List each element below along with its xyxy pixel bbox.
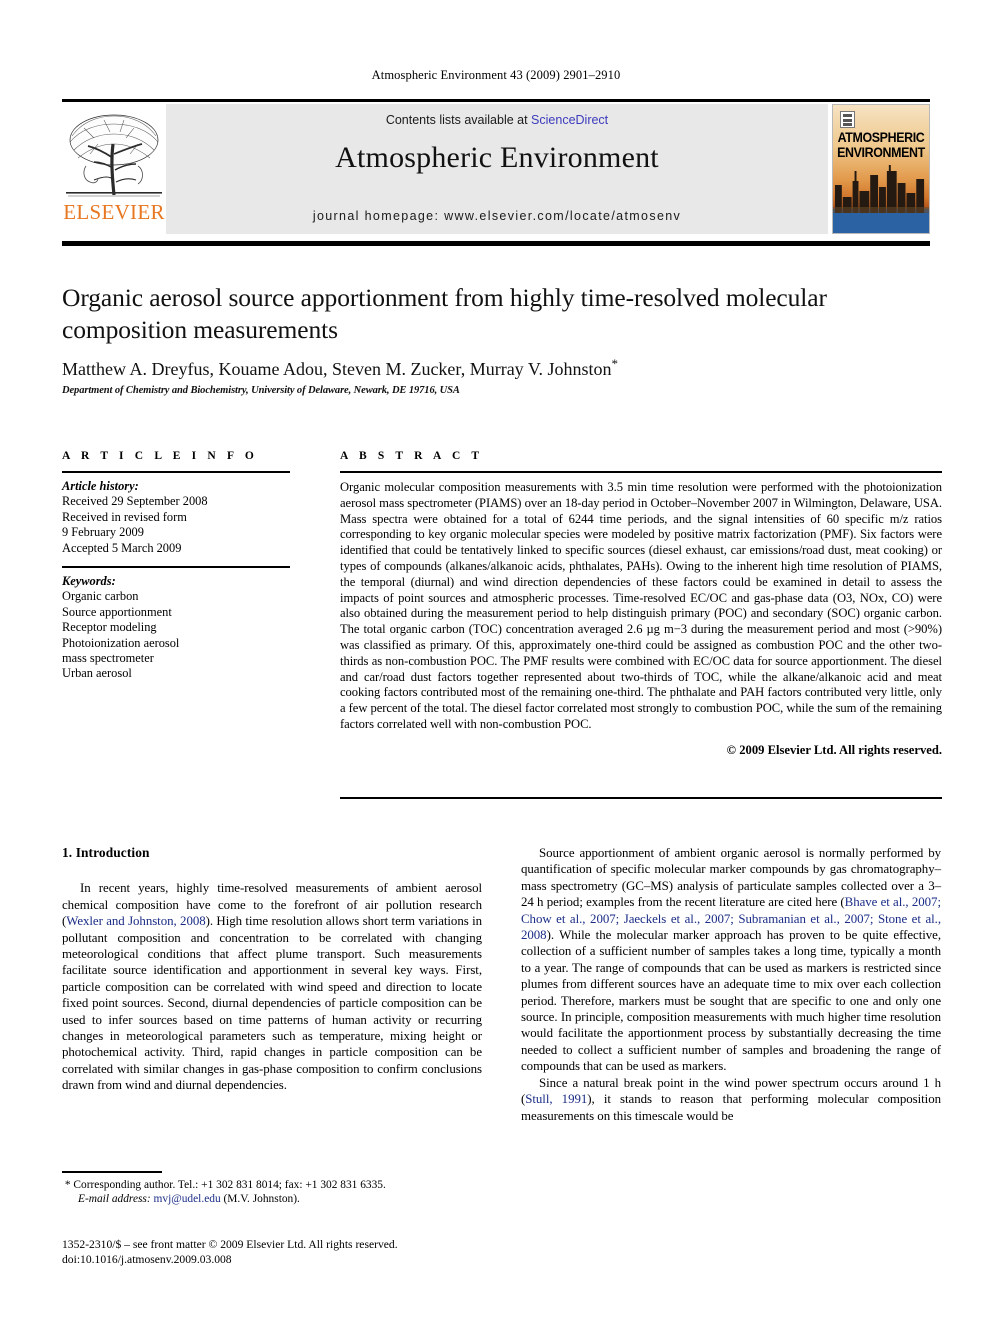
- email-owner: (M.V. Johnston).: [223, 1193, 300, 1206]
- article-history-label: Article history:: [62, 479, 139, 493]
- keywords-rule: [62, 566, 290, 569]
- paragraph: In recent years, highly time-resolved me…: [62, 880, 482, 1093]
- abstract-copyright: © 2009 Elsevier Ltd. All rights reserved…: [726, 742, 942, 757]
- footnote-email-line: E-mail address: mvj@udel.edu (M.V. Johns…: [62, 1192, 482, 1206]
- journal-title: Atmospheric Environment: [335, 141, 659, 174]
- imprint-block: 1352-2310/$ – see front matter © 2009 El…: [62, 1238, 522, 1267]
- body-column-left: 1. Introduction In recent years, highly …: [62, 845, 482, 1094]
- banner-bottom-rule: [62, 241, 930, 246]
- paragraph-text: ). While the molecular marker approach h…: [521, 928, 941, 1074]
- paragraph: Source apportionment of ambient organic …: [521, 845, 941, 1075]
- article-info-column: A R T I C L E I N F O Article history: R…: [62, 450, 290, 682]
- article-history-item: Received in revised form: [62, 509, 187, 524]
- footnote-rule: [62, 1171, 162, 1173]
- keyword-item: Receptor modeling: [62, 620, 157, 635]
- elsevier-wordmark: ELSEVIER: [63, 200, 165, 224]
- article-history-item: Accepted 5 March 2009: [62, 540, 182, 555]
- contents-available-line: Contents lists available at ScienceDirec…: [386, 113, 608, 127]
- journal-article-page: Atmospheric Environment 43 (2009) 2901–2…: [0, 0, 992, 1323]
- email-link[interactable]: mvj@udel.edu: [154, 1193, 221, 1205]
- footnote-block: * Corresponding author. Tel.: +1 302 831…: [62, 1178, 482, 1206]
- cover-title: ATMOSPHERIC ENVIRONMENT: [837, 130, 925, 160]
- keywords-block: Keywords: Organic carbon Source apportio…: [62, 574, 290, 682]
- cover-publisher-mark-icon: [840, 111, 855, 128]
- keywords-label: Keywords:: [62, 574, 116, 589]
- cover-title-line1: ATMOSPHERIC: [837, 130, 925, 145]
- body-column-right: Source apportionment of ambient organic …: [521, 845, 941, 1124]
- imprint-line: 1352-2310/$ – see front matter © 2009 El…: [62, 1238, 398, 1251]
- corresponding-author-marker: *: [611, 356, 619, 371]
- article-history-item: 9 February 2009: [62, 525, 144, 540]
- contents-prefix-label: Contents lists available at: [385, 113, 532, 127]
- abstract-text: Organic molecular composition measuremen…: [340, 480, 942, 731]
- sciencedirect-link[interactable]: ScienceDirect: [531, 113, 608, 127]
- section-heading-introduction: 1. Introduction: [62, 845, 150, 860]
- running-head: Atmospheric Environment 43 (2009) 2901–2…: [371, 68, 621, 82]
- article-history-item: Received 29 September 2008: [62, 494, 208, 509]
- page-title: Organic aerosol source apportionment fro…: [62, 283, 827, 344]
- keyword-item: mass spectrometer: [62, 651, 154, 666]
- abstract-column: A B S T R A C T Organic molecular compos…: [340, 450, 942, 758]
- citation-link[interactable]: Wexler and Johnston, 2008: [66, 914, 205, 928]
- author-names: Matthew A. Dreyfus, Kouame Adou, Steven …: [62, 359, 612, 379]
- journal-banner: ELSEVIER Contents lists available at Sci…: [62, 104, 930, 234]
- footnote-corresponding: * Corresponding author. Tel.: +1 302 831…: [62, 1178, 482, 1192]
- banner-center: Contents lists available at ScienceDirec…: [166, 104, 828, 234]
- abstract-heading: A B S T R A C T: [340, 450, 484, 462]
- keyword-item: Photoionization aerosol: [62, 635, 180, 650]
- paragraph: Since a natural break point in the wind …: [521, 1075, 941, 1124]
- doi-line: doi:10.1016/j.atmosenv.2009.03.008: [62, 1252, 232, 1266]
- email-address-label: E-mail address:: [78, 1193, 151, 1206]
- keyword-item: Source apportionment: [62, 604, 172, 619]
- citation-link[interactable]: Stull, 1991: [525, 1092, 587, 1106]
- journal-cover-thumbnail: ATMOSPHERIC ENVIRONMENT: [832, 104, 930, 234]
- affiliation: Department of Chemistry and Biochemistry…: [62, 385, 460, 396]
- keyword-item: Organic carbon: [62, 589, 139, 604]
- abstract-bottom-rule: [340, 797, 942, 799]
- footnote-marker: *: [64, 1179, 71, 1191]
- elsevier-tree-icon: [66, 114, 162, 197]
- elsevier-logo: ELSEVIER: [62, 104, 166, 234]
- footnote-corresponding-text: Corresponding author. Tel.: +1 302 831 8…: [73, 1179, 386, 1191]
- abstract-rule: [340, 471, 942, 473]
- cover-title-line2: ENVIRONMENT: [837, 144, 925, 160]
- cover-water-band: [833, 213, 929, 233]
- keyword-item: Urban aerosol: [62, 666, 132, 681]
- article-history-block: Article history: Received 29 September 2…: [62, 479, 290, 556]
- journal-homepage-link[interactable]: journal homepage: www.elsevier.com/locat…: [166, 209, 828, 223]
- article-info-heading: A R T I C L E I N F O: [62, 450, 258, 462]
- banner-top-rule: [62, 99, 930, 102]
- paragraph-text: ). High time resolution allows short ter…: [62, 914, 482, 1093]
- author-list: Matthew A. Dreyfus, Kouame Adou, Steven …: [62, 356, 942, 380]
- article-info-rule: [62, 471, 290, 473]
